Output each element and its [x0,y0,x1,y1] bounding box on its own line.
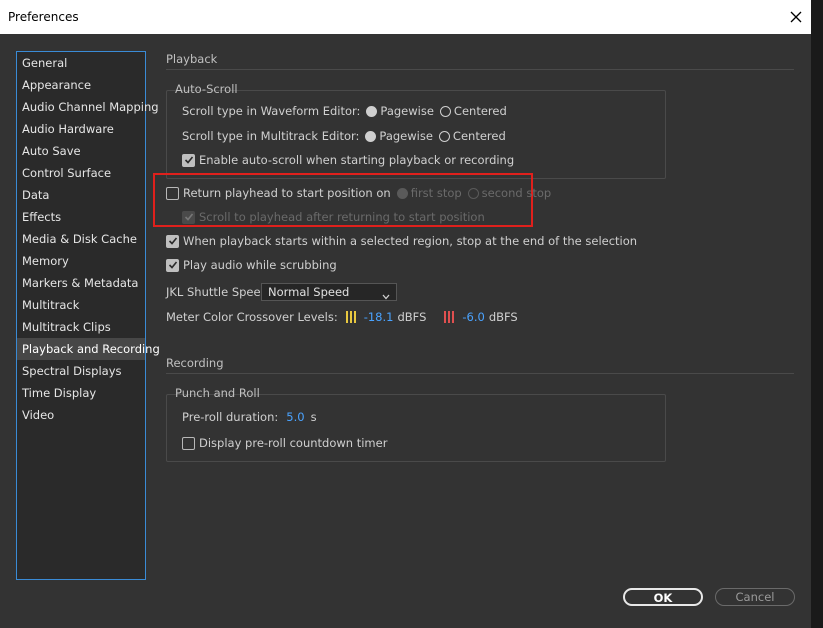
stop-at-selection-checkbox[interactable] [166,234,179,248]
sidebar-item-spectral-displays[interactable]: Spectral Displays [17,360,145,382]
preroll-label: Pre-roll duration: [182,410,279,424]
stop-at-selection-row: When playback starts within a selected r… [166,234,637,248]
sidebar-item-audio-channel-mapping[interactable]: Audio Channel Mapping [17,96,159,118]
meter-label: Meter Color Crossover Levels: [166,310,338,324]
divider [166,69,794,70]
stop-at-selection-label[interactable]: When playback starts within a selected r… [183,234,637,248]
ok-button[interactable]: OK [623,588,703,606]
meter-level1-unit: dBFS [397,310,427,324]
enable-autoscroll-row: Enable auto-scroll when starting playbac… [182,153,514,167]
sidebar-item-auto-save[interactable]: Auto Save [17,140,145,162]
return-playhead-label[interactable]: Return playhead to start position on [183,186,391,200]
return-playhead-checkbox[interactable] [166,186,179,200]
playback-heading: Playback [166,52,218,66]
jkl-row: JKL Shuttle Speed: [166,285,272,299]
enable-autoscroll-checkbox[interactable] [182,153,195,167]
autoscroll-group-label: Auto-Scroll [175,82,238,96]
enable-autoscroll-label[interactable]: Enable auto-scroll when starting playbac… [199,153,514,167]
sidebar-item-playback-and-recording[interactable]: Playback and Recording [17,338,160,360]
scrub-audio-checkbox[interactable] [166,258,179,272]
sidebar-item-memory[interactable]: Memory [17,250,145,272]
sidebar-item-multitrack-clips[interactable]: Multitrack Clips [17,316,145,338]
scroll-to-playhead-checkbox[interactable] [182,210,195,224]
waveform-scroll-row: Scroll type in Waveform Editor: Pagewise… [182,104,507,118]
content-panel: Playback Auto-Scroll Scroll type in Wave… [153,34,794,628]
cancel-button[interactable]: Cancel [715,588,795,606]
scroll-to-playhead-row: Scroll to playhead after returning to st… [182,210,485,224]
preroll-value[interactable]: 5.0 [286,410,304,424]
countdown-label[interactable]: Display pre-roll countdown timer [199,436,387,450]
sidebar-item-effects[interactable]: Effects [17,206,145,228]
second-stop-label[interactable]: second stop [482,186,552,200]
punch-roll-group-label: Punch and Roll [175,386,260,400]
multitrack-scroll-label: Scroll type in Multitrack Editor: [182,129,360,143]
multitrack-centered-label[interactable]: Centered [453,129,506,143]
meter-level2-unit: dBFS [488,310,518,324]
return-playhead-row: Return playhead to start position on fir… [166,186,551,200]
sidebar-item-appearance[interactable]: Appearance [17,74,145,96]
jkl-label: JKL Shuttle Speed: [166,285,272,299]
waveform-centered-label[interactable]: Centered [454,104,507,118]
preferences-dialog: General Appearance Audio Channel Mapping Au… [0,34,811,628]
waveform-centered-radio[interactable] [439,105,451,117]
recording-heading: Recording [166,356,224,370]
first-stop-label[interactable]: first stop [411,186,462,200]
countdown-checkbox[interactable] [182,436,195,450]
jkl-speed-select[interactable]: Normal Speed [261,283,397,301]
sidebar-item-audio-hardware[interactable]: Audio Hardware [17,118,145,140]
chevron-down-icon [382,288,390,304]
countdown-row: Display pre-roll countdown timer [182,436,387,450]
multitrack-pagewise-radio[interactable] [365,130,377,142]
scroll-to-playhead-label[interactable]: Scroll to playhead after returning to st… [199,210,485,224]
waveform-pagewise-radio[interactable] [366,105,378,117]
sidebar-item-multitrack[interactable]: Multitrack [17,294,145,316]
meter-level2-value[interactable]: -6.0 [462,310,484,324]
sidebar-item-video[interactable]: Video [17,404,145,426]
punch-roll-group [166,394,666,462]
window-edge [811,0,823,628]
sidebar-item-general[interactable]: General [17,52,145,74]
sidebar-item-markers-metadata[interactable]: Markers & Metadata [17,272,145,294]
sidebar-item-media-disk-cache[interactable]: Media & Disk Cache [17,228,145,250]
multitrack-scroll-row: Scroll type in Multitrack Editor: Pagewi… [182,129,506,143]
meter-row: Meter Color Crossover Levels: -18.1 dBFS… [166,310,518,324]
meter-red-icon[interactable] [444,311,456,323]
preroll-unit: s [310,410,317,424]
scrub-audio-label[interactable]: Play audio while scrubbing [183,258,337,272]
sidebar-item-control-surface[interactable]: Control Surface [17,162,145,184]
waveform-pagewise-label[interactable]: Pagewise [380,104,434,118]
title-bar: Preferences [0,0,811,34]
second-stop-radio[interactable] [467,187,479,199]
preroll-row: Pre-roll duration: 5.0 s [182,410,317,424]
divider [166,373,794,374]
meter-yellow-icon[interactable] [345,311,358,323]
multitrack-pagewise-label[interactable]: Pagewise [379,129,433,143]
waveform-scroll-label: Scroll type in Waveform Editor: [182,104,361,118]
sidebar-item-data[interactable]: Data [17,184,145,206]
scrub-audio-row: Play audio while scrubbing [166,258,337,272]
meter-level1-value[interactable]: -18.1 [364,310,394,324]
jkl-speed-value: Normal Speed [268,285,350,299]
multitrack-centered-radio[interactable] [438,130,450,142]
sidebar-item-time-display[interactable]: Time Display [17,382,145,404]
first-stop-radio[interactable] [396,187,408,199]
category-list: General Appearance Audio Channel Mapping Au… [16,51,160,580]
close-icon[interactable] [785,6,807,28]
window-title: Preferences [8,10,79,24]
